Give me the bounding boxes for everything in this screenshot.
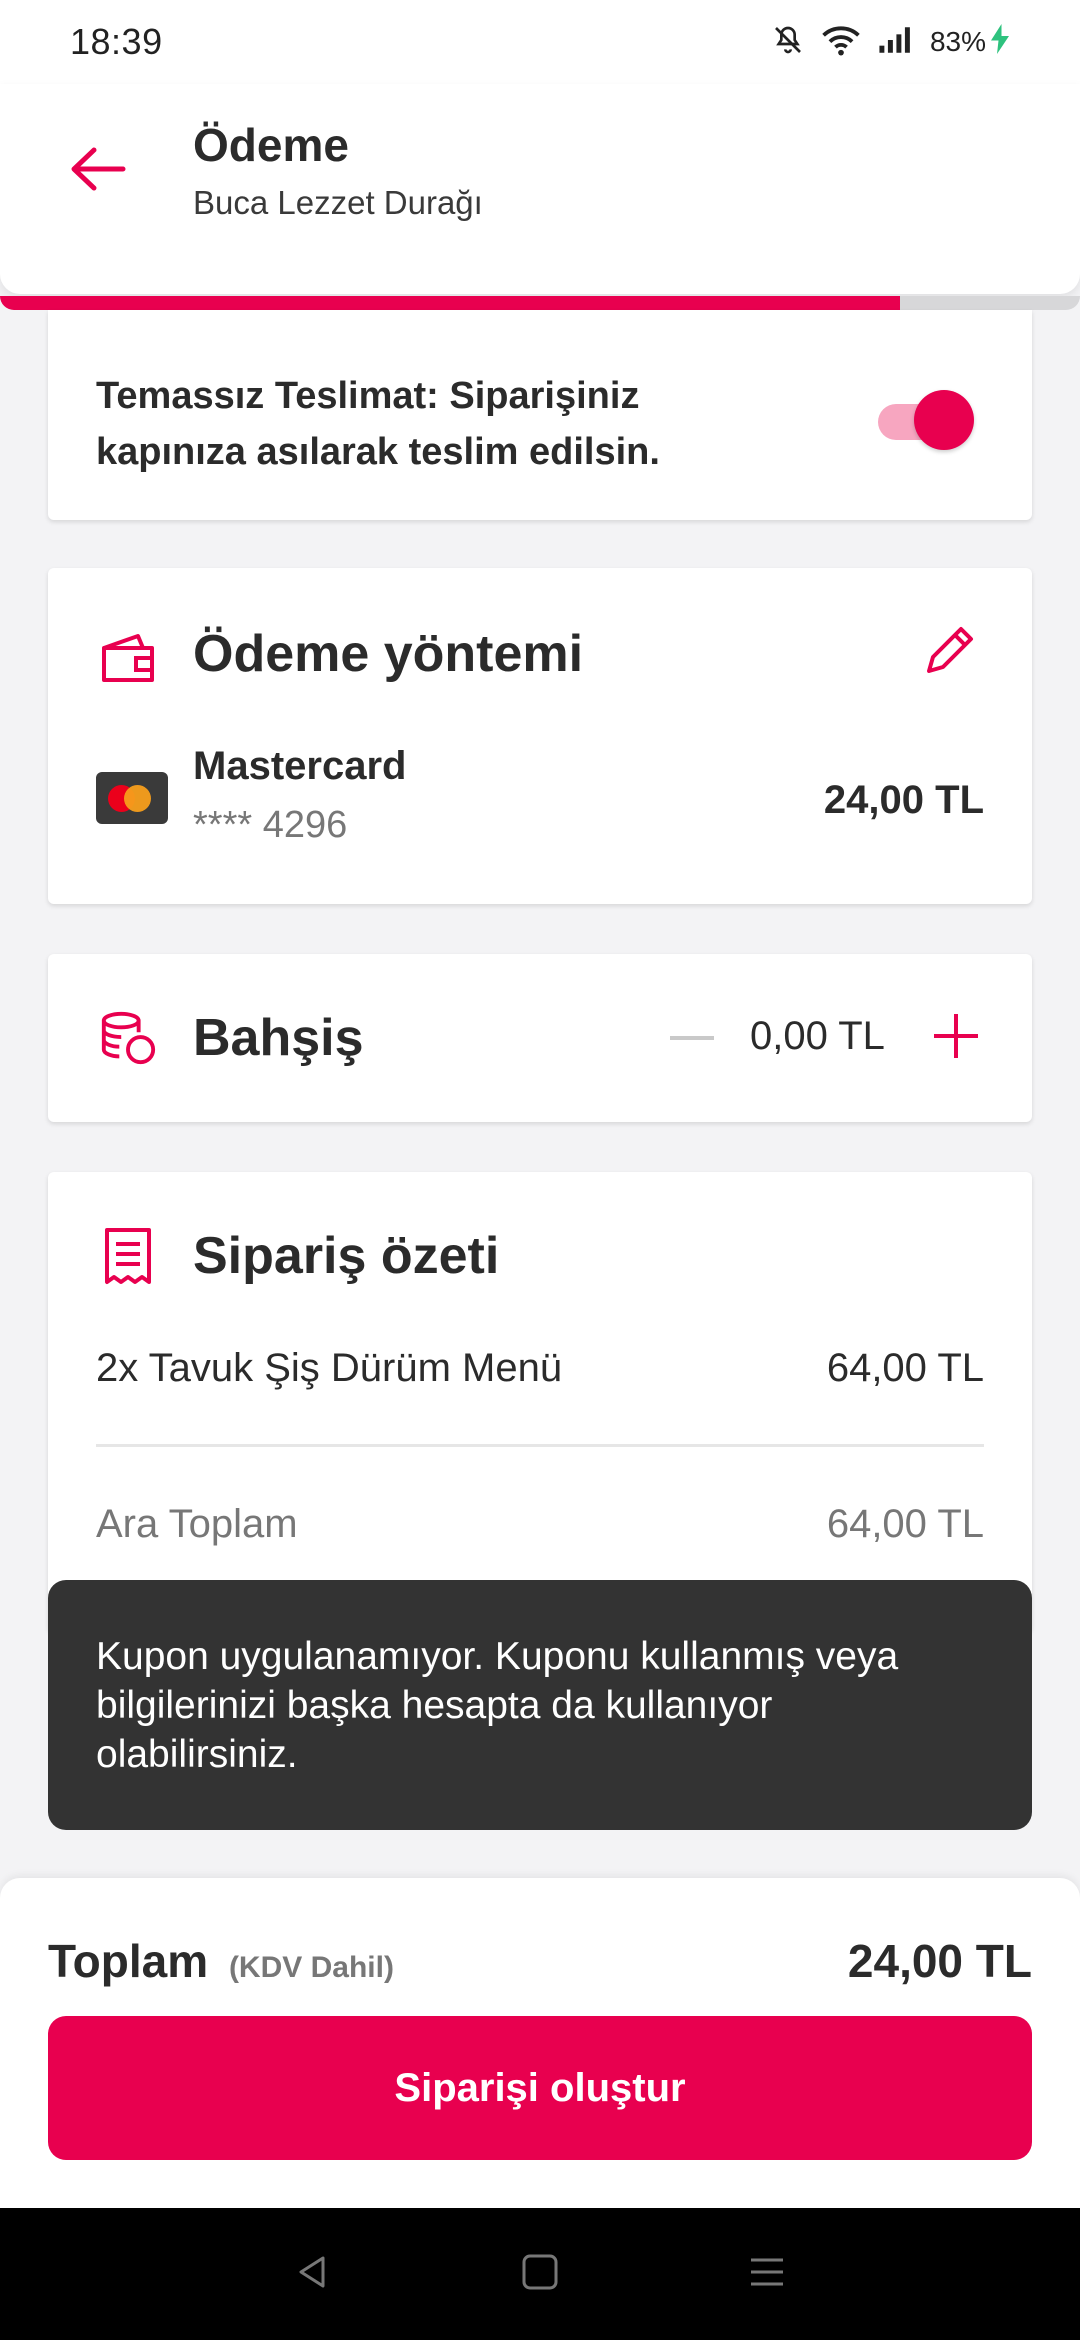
coins-icon [98, 1008, 158, 1068]
toggle-knob [914, 390, 974, 450]
back-button[interactable] [62, 136, 132, 206]
mastercard-yellow-circle [124, 785, 151, 812]
battery-indicator: 83% [929, 23, 1010, 61]
mastercard-logo [96, 772, 168, 824]
square-home-icon [520, 2252, 560, 2297]
bell-muted-icon [772, 24, 804, 61]
checkout-footer: Toplam (KDV Dahil) 24,00 TL Siparişi olu… [0, 1878, 1080, 2208]
coupon-error-toast: Kupon uygulanamıyor. Kuponu kullanmış ve… [48, 1580, 1032, 1830]
order-item-price: 64,00 TL [826, 1346, 984, 1390]
checkout-header: Ödeme Buca Lezzet Durağı [0, 84, 1080, 294]
total-label-group: Toplam (KDV Dahil) [48, 1934, 394, 1988]
tip-increase-button[interactable] [926, 1006, 986, 1066]
arrow-left-icon [68, 144, 126, 199]
payment-amount: 24,00 TL [823, 778, 984, 822]
order-item-row: 2x Tavuk Şiş Dürüm Menü 64,00 TL [96, 1346, 984, 1391]
contactless-delivery-card: Temassız Teslimat: Siparişiniz kapınıza … [48, 310, 1032, 520]
triangle-back-icon [293, 2252, 333, 2297]
payment-method-heading: Ödeme yöntemi [193, 625, 584, 683]
nav-recents-button[interactable] [737, 2244, 797, 2304]
menu-lines-icon [747, 2252, 787, 2297]
tip-card: Bahşiş 0,00 TL [48, 954, 1032, 1122]
order-item-name: 2x Tavuk Şiş Dürüm Menü [96, 1346, 563, 1390]
tip-value: 0,00 TL [750, 1014, 885, 1058]
subtotal-row: Ara Toplam 64,00 TL [96, 1502, 984, 1547]
subtotal-label: Ara Toplam [96, 1502, 298, 1546]
total-amount: 24,00 TL [847, 1935, 1032, 1987]
status-icons: 83% [772, 23, 1010, 61]
card-brand: Mastercard [193, 744, 407, 788]
nav-back-button[interactable] [283, 2244, 343, 2304]
place-order-button[interactable]: Siparişi oluştur [48, 2016, 1032, 2160]
tip-heading: Bahşiş [193, 1009, 364, 1067]
subtotal-value: 64,00 TL [826, 1502, 984, 1546]
checkout-progress-fill [0, 296, 900, 310]
edit-payment-button[interactable] [918, 620, 982, 684]
contactless-label: Temassız Teslimat: Siparişiniz kapınıza … [96, 375, 660, 473]
order-summary-card: Sipariş özeti 2x Tavuk Şiş Dürüm Menü 64… [48, 1172, 1032, 1632]
status-time: 18:39 [70, 21, 163, 62]
battery-percent: 83% [929, 26, 986, 57]
charging-icon [990, 23, 1010, 61]
checkout-progress-bar [0, 296, 1080, 310]
restaurant-name: Buca Lezzet Durağı [193, 184, 483, 221]
system-navigation-bar [0, 2208, 1080, 2340]
contactless-toggle[interactable] [878, 390, 974, 450]
wallet-icon [98, 628, 158, 688]
wifi-icon [822, 24, 860, 61]
card-number: **** 4296 [193, 804, 348, 846]
page-title: Ödeme [193, 119, 349, 171]
signal-icon [878, 25, 912, 60]
order-summary-heading: Sipariş özeti [193, 1227, 500, 1285]
total-label: Toplam [48, 1935, 209, 1987]
nav-home-button[interactable] [510, 2244, 570, 2304]
tip-decrease-button[interactable] [670, 1036, 714, 1040]
checkout-screen: 18:39 83% Ödeme Buca Lezzet Durağı Temas… [0, 0, 1080, 2340]
pencil-icon [921, 621, 979, 684]
summary-divider [96, 1444, 984, 1447]
plus-icon [926, 1014, 986, 1070]
payment-method-card: Ödeme yöntemi Mastercard **** 4296 24,00… [48, 568, 1032, 904]
vat-note: (KDV Dahil) [228, 1951, 394, 1984]
status-bar: 18:39 83% [0, 0, 1080, 84]
receipt-icon [98, 1226, 158, 1286]
